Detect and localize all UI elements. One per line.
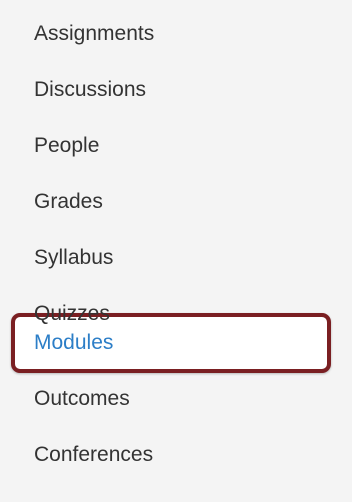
nav-link-syllabus[interactable]: Syllabus: [34, 230, 113, 286]
nav-link-modules[interactable]: Modules: [34, 315, 113, 371]
nav-item-discussions[interactable]: Discussions: [0, 62, 352, 118]
nav-link-people[interactable]: People: [34, 118, 99, 174]
nav-item-modules[interactable]: Modules: [0, 315, 352, 371]
nav-link-outcomes[interactable]: Outcomes: [34, 371, 130, 427]
nav-link-conferences[interactable]: Conferences: [34, 427, 153, 483]
nav-item-outcomes[interactable]: Outcomes: [0, 371, 352, 427]
nav-item-syllabus[interactable]: Syllabus: [0, 230, 352, 286]
course-navigation-panel: Assignments Discussions People Grades Sy…: [0, 0, 352, 502]
nav-item-grades[interactable]: Grades: [0, 174, 352, 230]
nav-item-conferences[interactable]: Conferences: [0, 427, 352, 483]
nav-link-assignments[interactable]: Assignments: [34, 6, 154, 62]
nav-link-discussions[interactable]: Discussions: [34, 62, 146, 118]
nav-item-people[interactable]: People: [0, 118, 352, 174]
nav-item-assignments[interactable]: Assignments: [0, 6, 352, 62]
nav-link-grades[interactable]: Grades: [34, 174, 103, 230]
